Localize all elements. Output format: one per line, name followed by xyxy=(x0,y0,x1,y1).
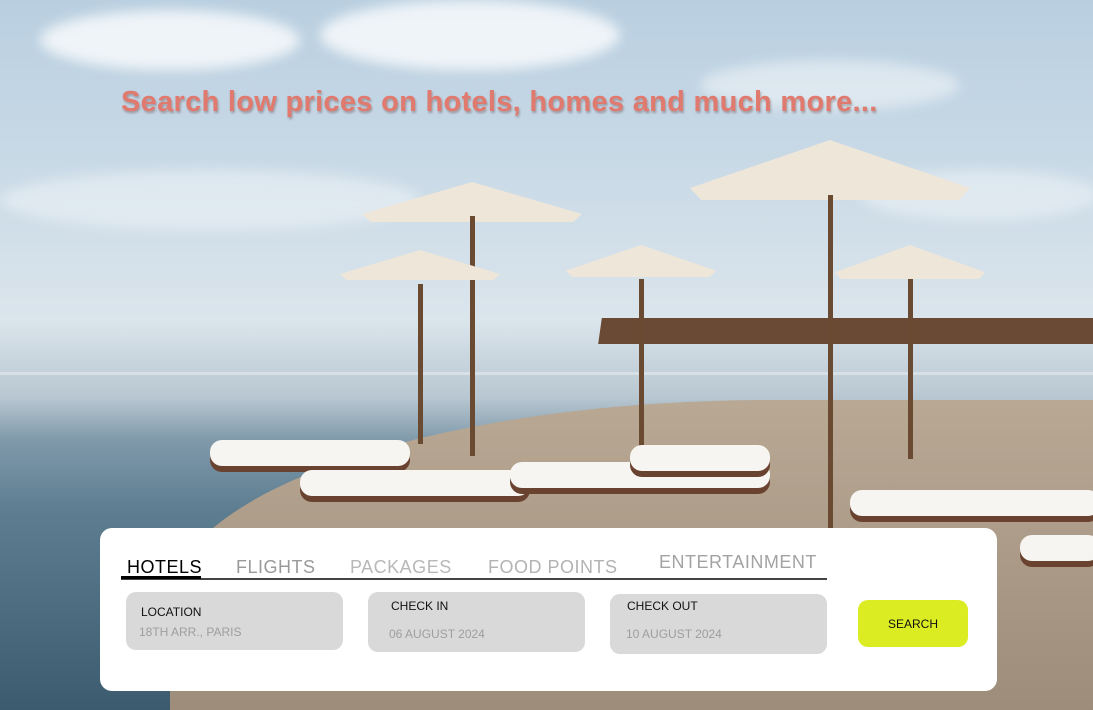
check-out-value: 10 AUGUST 2024 xyxy=(626,627,722,641)
check-in-field[interactable]: CHECK IN 06 AUGUST 2024 xyxy=(368,592,585,652)
check-in-value: 06 AUGUST 2024 xyxy=(389,627,485,641)
check-out-label: CHECK OUT xyxy=(627,599,698,613)
check-out-field[interactable]: CHECK OUT 10 AUGUST 2024 xyxy=(610,594,827,654)
tabs-divider xyxy=(121,578,827,580)
search-button[interactable]: SEARCH xyxy=(858,600,968,647)
tab-food-points[interactable]: FOOD POINTS xyxy=(488,557,618,578)
check-in-label: CHECK IN xyxy=(391,599,449,613)
tab-hotels[interactable]: HOTELS xyxy=(127,557,202,578)
tab-packages[interactable]: PACKAGES xyxy=(350,557,452,578)
tab-entertainment[interactable]: ENTERTAINMENT xyxy=(659,552,817,573)
location-label: LOCATION xyxy=(141,605,202,619)
headline: Search low prices on hotels, homes and m… xyxy=(121,86,878,118)
location-value: 18TH ARR., PARIS xyxy=(139,625,242,639)
search-panel: HOTELS FLIGHTS PACKAGES FOOD POINTS ENTE… xyxy=(100,528,997,691)
tab-flights[interactable]: FLIGHTS xyxy=(236,557,316,578)
location-field[interactable]: LOCATION 18TH ARR., PARIS xyxy=(126,592,343,650)
